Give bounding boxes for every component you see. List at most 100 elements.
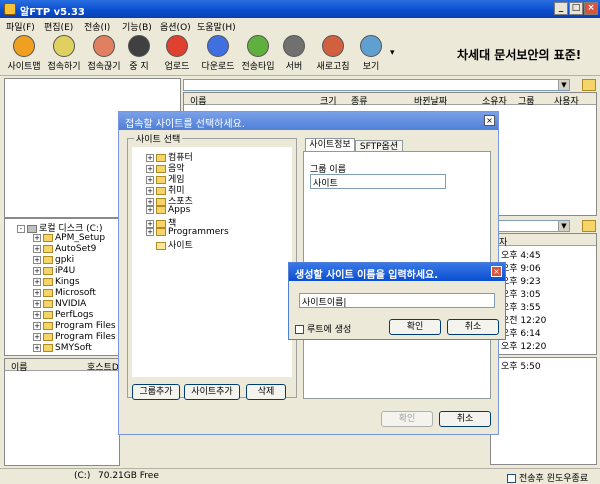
site-dialog-titlebar[interactable]: 접속할 사이트를 선택하세요. × [119, 112, 498, 130]
toolbar-more-icon[interactable]: ▾ [390, 48, 395, 58]
folder-item[interactable]: + NVIDIA [33, 299, 86, 309]
folder-item[interactable]: + Program Files [33, 332, 116, 342]
title-bar[interactable]: 알FTP v5.33 _ □ × [0, 0, 600, 18]
site-folder-item[interactable]: + Programmers [146, 227, 229, 237]
col-owner[interactable]: 소유자 [482, 94, 507, 107]
server-icon [283, 35, 305, 57]
checkbox-icon[interactable] [295, 325, 304, 334]
upload-button[interactable]: 업로드 [161, 35, 193, 75]
col-type[interactable]: 종류 [351, 94, 368, 107]
expand-icon[interactable]: + [33, 277, 41, 286]
transfer-type-icon [247, 35, 269, 57]
close-button[interactable]: × [584, 2, 598, 15]
create-at-root-checkbox[interactable]: 루트에 생성 [295, 322, 351, 335]
remote-path-combo[interactable]: ▼ [183, 79, 570, 91]
col-user[interactable]: 사용자 [554, 94, 579, 107]
folder-item[interactable]: + Microsoft [33, 288, 96, 298]
expand-icon[interactable]: + [33, 321, 41, 330]
server-button[interactable]: 서버 [281, 35, 307, 75]
expand-icon[interactable]: + [33, 299, 41, 308]
folder-item[interactable]: + gpki [33, 255, 74, 265]
view-button[interactable]: 보기 [358, 35, 384, 75]
expand-icon[interactable]: + [33, 288, 41, 297]
col-name[interactable]: 이름 [190, 94, 207, 107]
local-file-list[interactable]: 이름 호스트D [4, 358, 120, 466]
stop-button[interactable]: 중 지 [124, 35, 154, 75]
expand-icon[interactable]: + [33, 332, 41, 341]
remote-lower-pane[interactable]: 오후 5:50 [490, 357, 597, 465]
shutdown-after-transfer-checkbox[interactable]: 전송후 윈도우종료 [507, 471, 588, 484]
folder-icon [43, 233, 53, 242]
create-dialog-titlebar[interactable]: 생성할 사이트 이름을 입력하세요. × [289, 263, 505, 281]
open-folder-icon [156, 241, 166, 250]
folder-up-icon[interactable] [582, 79, 596, 91]
folder-item[interactable]: + APM_Setup [33, 233, 105, 243]
expand-icon[interactable]: + [33, 255, 41, 264]
ok-button[interactable]: 확인 [381, 411, 433, 427]
checkbox-icon[interactable] [507, 474, 516, 483]
expand-icon[interactable]: + [33, 233, 41, 242]
site-tree-label: 사이트 선택 [134, 132, 183, 145]
app-icon [4, 3, 16, 15]
folder-icon [43, 255, 53, 264]
group-name-input[interactable]: 사이트 [310, 174, 446, 189]
menu-options[interactable]: 옵션(O) [160, 20, 191, 33]
col-group[interactable]: 그룹 [518, 94, 535, 107]
folder-item[interactable]: + iP4U [33, 266, 75, 276]
site-name-input[interactable]: 사이트이름| [299, 293, 495, 308]
remote-header: 이름 크기 종류 바뀐날짜 소유자 그룹 사용자 [184, 93, 596, 107]
folder-up-icon[interactable] [582, 220, 596, 232]
site-folder-item-selected[interactable]: 사이트 [156, 238, 193, 251]
folder-item[interactable]: + SMYSoft [33, 343, 92, 353]
connect-button[interactable]: 접속하기 [44, 35, 84, 75]
collapse-icon[interactable]: - [17, 224, 25, 233]
sitemap-button[interactable]: 사이트맵 [5, 35, 43, 75]
col-date[interactable]: 바뀐날짜 [414, 94, 447, 107]
cancel-button[interactable]: 취소 [439, 411, 491, 427]
create-cancel-button[interactable]: 취소 [447, 319, 499, 335]
site-dialog-close-icon[interactable]: × [484, 115, 495, 126]
folder-item[interactable]: + Program Files [33, 321, 116, 331]
remote-time-list[interactable]: 자 오후 4:45 오후 9:06 오후 9:23 오후 3:05 오후 3:5… [490, 233, 597, 355]
menu-function[interactable]: 기능(B) [122, 20, 152, 33]
expand-icon[interactable]: + [146, 205, 154, 214]
expand-icon[interactable]: + [33, 343, 41, 352]
download-button[interactable]: 다운로드 [198, 35, 238, 75]
create-dialog-close-icon[interactable]: × [491, 266, 502, 277]
expand-icon[interactable]: + [33, 244, 41, 253]
folder-item[interactable]: + Kings [33, 277, 80, 287]
remote-path-combo-2[interactable]: ▼ [490, 220, 570, 232]
delete-button[interactable]: 삭제 [246, 384, 286, 400]
site-tree[interactable]: + 컴퓨터 + 음악 + 게임 + 취미 + 스포츠 + Apps + 책 + Programm… [132, 147, 292, 377]
menu-help[interactable]: 도움말(H) [197, 20, 236, 33]
add-group-button[interactable]: 그룹추가 [132, 384, 180, 400]
toolbar: 사이트맵 접속하기 접속끊기 중 지 업로드 다운로드 전송타입 서버 새로고침… [0, 33, 600, 76]
minimize-button[interactable]: _ [554, 2, 568, 15]
expand-icon[interactable]: + [146, 227, 154, 236]
folder-item[interactable]: + PerfLogs [33, 310, 93, 320]
menu-edit[interactable]: 편집(E) [44, 20, 73, 33]
folder-item[interactable]: + AutoSet9 [33, 244, 96, 254]
folder-icon [156, 227, 166, 236]
col-date-label[interactable]: 자 [499, 235, 507, 248]
chevron-down-icon[interactable]: ▼ [558, 221, 569, 231]
expand-icon[interactable]: + [33, 266, 41, 275]
time-item: 오후 9:06 [501, 264, 541, 274]
tab-site-info[interactable]: 사이트정보 [305, 138, 355, 151]
maximize-button[interactable]: □ [569, 2, 583, 15]
disconnect-button[interactable]: 접속끊기 [84, 35, 124, 75]
menu-file[interactable]: 파일(F) [6, 20, 35, 33]
local-folder-tree[interactable]: - 로컬 디스크 (C:) + APM_Setup + AutoSet9 + gpki … [4, 218, 120, 356]
col-local-name[interactable]: 이름 [11, 360, 28, 373]
transfer-type-button[interactable]: 전송타입 [238, 35, 278, 75]
chevron-down-icon[interactable]: ▼ [558, 80, 569, 90]
site-folder-item[interactable]: + Apps [146, 205, 190, 215]
expand-icon[interactable]: + [33, 310, 41, 319]
col-size[interactable]: 크기 [320, 94, 337, 107]
connect-icon [53, 35, 75, 57]
add-site-button[interactable]: 사이트추가 [184, 384, 240, 400]
col-host[interactable]: 호스트D [87, 360, 119, 373]
menu-transfer[interactable]: 전송(I) [84, 20, 110, 33]
create-ok-button[interactable]: 확인 [389, 319, 441, 335]
refresh-button[interactable]: 새로고침 [313, 35, 353, 75]
